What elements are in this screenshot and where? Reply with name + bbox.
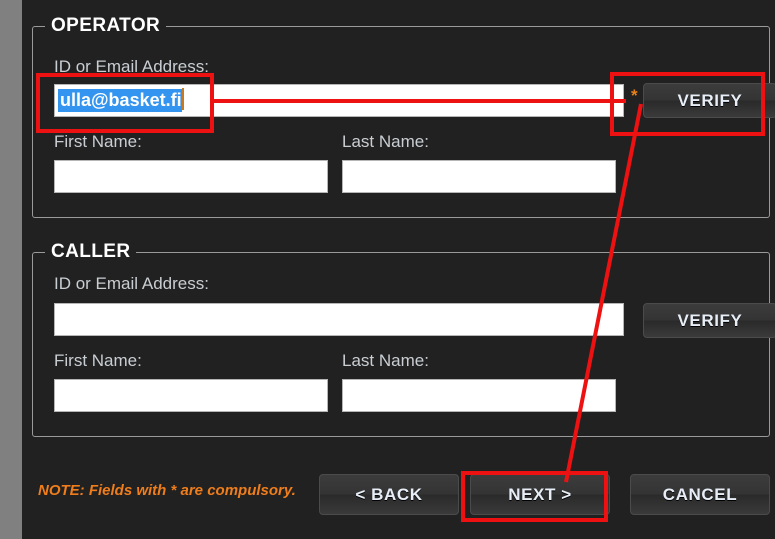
text-cursor — [181, 88, 184, 110]
caller-verify-button[interactable]: VERIFY — [643, 303, 775, 338]
operator-id-input[interactable]: ulla@basket.fi — [54, 84, 624, 117]
left-gutter-strip — [0, 0, 22, 539]
operator-section: OPERATOR ID or Email Address: ulla@baske… — [32, 16, 775, 218]
operator-last-name-label: Last Name: — [342, 132, 429, 151]
footer-bar: NOTE: Fields with * are compulsory. < BA… — [22, 443, 775, 539]
operator-last-name-input[interactable] — [342, 160, 616, 193]
wizard-page: OPERATOR ID or Email Address: ulla@baske… — [22, 0, 775, 539]
app-screenshot: OPERATOR ID or Email Address: ulla@baske… — [0, 0, 775, 539]
cancel-button[interactable]: CANCEL — [630, 474, 770, 515]
operator-first-name-input[interactable] — [54, 160, 328, 193]
caller-last-name-value — [343, 380, 615, 411]
caller-last-name-input[interactable] — [342, 379, 616, 412]
operator-verify-button[interactable]: VERIFY — [643, 83, 775, 118]
caller-first-name-label: First Name: — [54, 351, 142, 370]
operator-last-name-value — [343, 161, 615, 192]
operator-first-name-value — [55, 161, 327, 192]
caller-section-legend: CALLER — [45, 242, 137, 262]
caller-id-label: ID or Email Address: — [54, 274, 209, 293]
operator-id-label: ID or Email Address: — [54, 57, 209, 76]
caller-id-input[interactable] — [54, 303, 624, 336]
operator-id-input-text: ulla@basket.fi — [55, 85, 623, 116]
operator-required-asterisk: * — [631, 86, 638, 105]
back-button[interactable]: < BACK — [319, 474, 459, 515]
operator-first-name-label: First Name: — [54, 132, 142, 151]
operator-section-legend: OPERATOR — [45, 16, 167, 36]
caller-first-name-input[interactable] — [54, 379, 328, 412]
operator-id-selected-text: ulla@basket.fi — [58, 89, 182, 112]
caller-section: CALLER ID or Email Address: VERIFY First… — [32, 242, 775, 437]
caller-first-name-value — [55, 380, 327, 411]
caller-id-value — [55, 304, 623, 335]
caller-last-name-label: Last Name: — [342, 351, 429, 370]
next-button[interactable]: NEXT > — [470, 474, 610, 515]
compulsory-fields-note: NOTE: Fields with * are compulsory. — [38, 482, 296, 499]
